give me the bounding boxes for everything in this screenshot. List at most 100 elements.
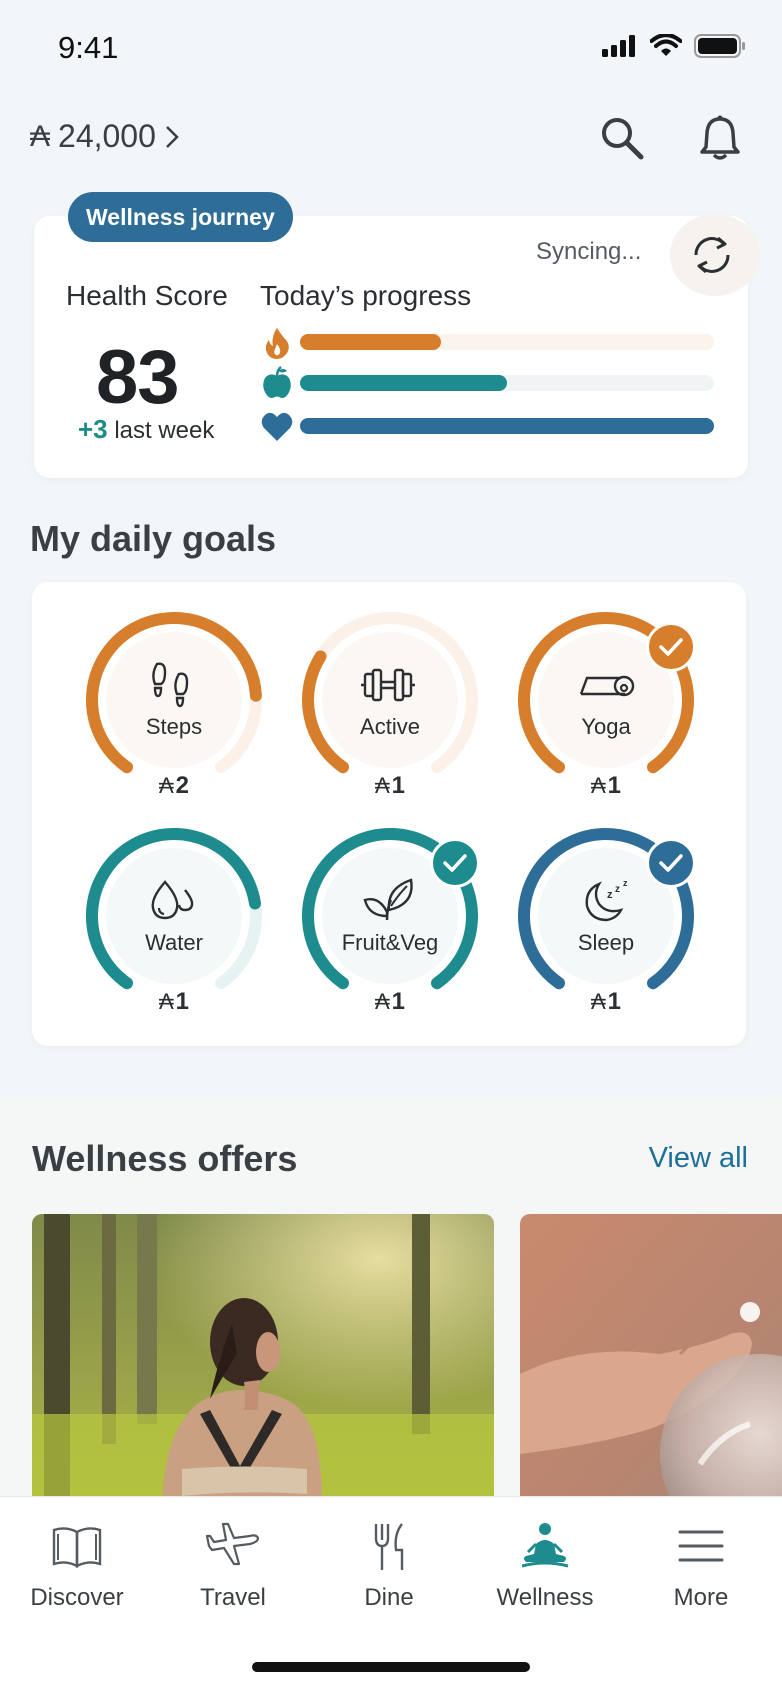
goal-reward-value: 1 (391, 988, 406, 1015)
goal-reward-symbol: ₳ (374, 989, 390, 1014)
wellness-offers-title: Wellness offers (32, 1138, 298, 1179)
goal-yoga[interactable]: Yoga ₳1 (516, 610, 696, 800)
wifi-icon (650, 34, 682, 56)
hand-with-glass-ball-photo (520, 1214, 782, 1514)
progress-fill-calories (300, 334, 441, 350)
goal-fruit-veg[interactable]: Fruit&Veg ₳1 (300, 826, 480, 1016)
woman-stretching-in-park-photo (32, 1214, 494, 1514)
progress-bar-calories (300, 334, 714, 350)
apple-icon (263, 366, 291, 398)
footsteps-icon (152, 662, 189, 708)
plane-icon (206, 1522, 260, 1566)
progress-fill-nutrition (300, 375, 507, 391)
points-currency-symbol: ₳ (30, 119, 51, 153)
goal-label: Sleep (577, 930, 635, 955)
todays-progress-label: Today’s progress (260, 280, 472, 311)
yoga-mat-icon (579, 675, 635, 697)
svg-text:z: z (607, 889, 613, 901)
offer-card-yoga[interactable] (32, 1214, 494, 1514)
score-delta: +3 last week (78, 414, 214, 445)
notifications-button[interactable] (694, 112, 746, 164)
goal-active[interactable]: Active ₳1 (300, 610, 480, 800)
battery-icon (694, 34, 745, 58)
signal-icon (602, 35, 635, 57)
fork-knife-icon (374, 1523, 404, 1570)
leaves-icon (363, 878, 413, 921)
check-icon (430, 838, 480, 888)
goal-reward-symbol: ₳ (590, 989, 606, 1014)
goal-label: Water (145, 930, 203, 955)
check-icon (646, 838, 696, 888)
goal-label: Active (360, 714, 420, 739)
nav-item-dine[interactable]: Dine (314, 1496, 464, 1626)
dumbbell-icon (361, 668, 415, 702)
goal-sleep[interactable]: z z z Sleep ₳1 (516, 826, 696, 1016)
goal-reward-symbol: ₳ (374, 773, 390, 798)
wellness-journey-badge: Wellness journey (68, 192, 293, 242)
status-bar: 9:41 (0, 0, 782, 100)
nav-label: Dine (364, 1584, 414, 1611)
status-icons (602, 34, 746, 58)
refresh-icon (694, 236, 730, 274)
offer-card-spa[interactable] (520, 1214, 782, 1514)
nav-label: Discover (30, 1584, 124, 1611)
progress-fill-heart (300, 418, 714, 434)
goal-reward: ₳2 (84, 772, 264, 800)
sync-status: Syncing... (536, 238, 642, 265)
nav-item-travel[interactable]: Travel (158, 1496, 308, 1626)
goal-label: Yoga (581, 714, 631, 739)
goal-reward-value: 2 (175, 772, 190, 799)
search-icon (602, 118, 644, 160)
daily-goals-title: My daily goals (30, 518, 277, 559)
flame-icon (265, 328, 289, 359)
goal-inner: Active (322, 632, 458, 768)
health-score-label: Health Score (66, 280, 228, 311)
goal-reward: ₳1 (516, 772, 696, 800)
progress-bar-heart (300, 418, 714, 434)
progress-bar-nutrition (300, 375, 714, 391)
home-indicator (252, 1662, 530, 1672)
goal-reward-symbol: ₳ (158, 773, 174, 798)
goal-reward: ₳1 (84, 988, 264, 1016)
goal-inner: Water (106, 848, 242, 984)
moon-sleep-icon: z zz (585, 878, 628, 922)
goal-label: Steps (145, 714, 203, 739)
score-delta-suffix: last week (114, 417, 215, 444)
svg-text:z: z (623, 878, 628, 888)
goal-reward-value: 1 (607, 772, 622, 799)
nav-item-wellness[interactable]: Wellness (470, 1496, 620, 1626)
nav-label: More (673, 1584, 729, 1611)
heart-icon (261, 412, 293, 441)
nav-label: Travel (200, 1584, 266, 1611)
goal-reward-value: 1 (607, 988, 622, 1015)
goal-reward: ₳1 (300, 988, 480, 1016)
svg-text:z: z (615, 884, 620, 895)
search-button[interactable] (596, 112, 648, 164)
goal-inner: Steps (106, 632, 242, 768)
goal-reward-symbol: ₳ (590, 773, 606, 798)
status-time: 9:41 (58, 30, 119, 65)
meditation-icon (521, 1523, 569, 1568)
book-icon (52, 1527, 102, 1569)
sync-button[interactable] (670, 214, 760, 296)
goal-label: Fruit&Veg (341, 930, 439, 955)
points-balance-link[interactable]: ₳ 24,000 (30, 118, 180, 155)
view-all-link[interactable]: View all (649, 1142, 748, 1175)
nav-label: Wellness (496, 1584, 594, 1611)
health-score-value: 83 (96, 335, 180, 420)
goal-reward: ₳1 (300, 772, 480, 800)
water-drops-icon (151, 880, 194, 920)
goal-reward-value: 1 (175, 988, 190, 1015)
points-value: 24,000 (58, 118, 156, 154)
chevron-right-icon (166, 125, 179, 148)
goal-reward-symbol: ₳ (158, 989, 174, 1014)
bell-icon (700, 115, 740, 160)
menu-icon (678, 1530, 724, 1562)
check-icon (646, 622, 696, 672)
goal-water[interactable]: Water ₳1 (84, 826, 264, 1016)
score-delta-value: +3 (78, 414, 108, 444)
nav-item-more[interactable]: More (626, 1496, 776, 1626)
goal-reward-value: 1 (391, 772, 406, 799)
nav-item-discover[interactable]: Discover (2, 1496, 152, 1626)
goal-steps[interactable]: Steps ₳2 (84, 610, 264, 800)
